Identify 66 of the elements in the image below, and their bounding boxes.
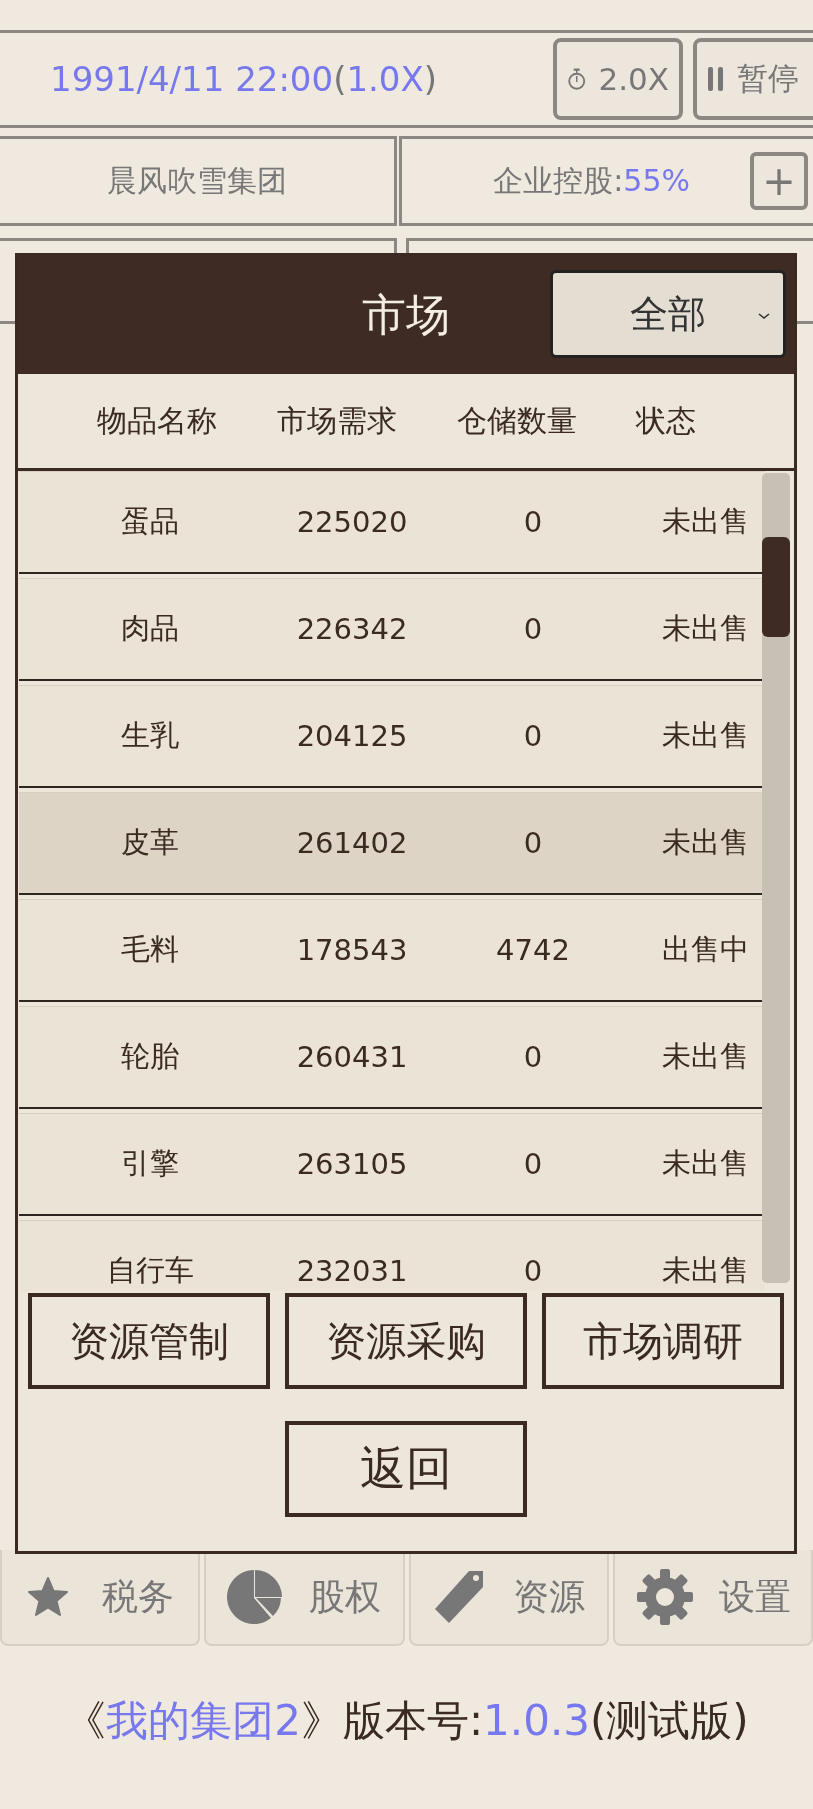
demand-value: 225020 xyxy=(295,505,409,539)
item-name: 生乳 xyxy=(120,717,180,754)
status-value: 未出售 xyxy=(661,610,750,647)
status-value: 出售中 xyxy=(661,931,750,968)
demand-value: 232031 xyxy=(295,1254,409,1288)
action-button[interactable]: 资源管制 xyxy=(28,1293,270,1389)
pause-button[interactable]: 暂停 xyxy=(693,38,813,120)
speed-button[interactable]: 2.0X xyxy=(553,38,683,120)
market-row[interactable]: 毛料 178543 4742 出售中 xyxy=(19,899,765,1002)
market-row[interactable]: 生乳 204125 0 未出售 xyxy=(19,685,765,788)
stock-value: 0 xyxy=(522,1254,544,1288)
item-name: 轮胎 xyxy=(120,1038,180,1075)
stock-value: 0 xyxy=(522,1040,544,1074)
item-name: 自行车 xyxy=(105,1252,195,1289)
demand-value: 260431 xyxy=(295,1040,409,1074)
stock-value: 0 xyxy=(522,612,544,646)
stock-value: 0 xyxy=(522,719,544,753)
item-name: 皮革 xyxy=(120,824,180,861)
item-name: 蛋品 xyxy=(120,503,180,540)
column-header: 仓储数量 xyxy=(456,401,578,440)
nav-tab[interactable]: 税务 xyxy=(0,1550,201,1646)
market-row[interactable]: 引擎 263105 0 未出售 xyxy=(19,1113,765,1216)
demand-value: 263105 xyxy=(295,1147,409,1181)
status-value: 未出售 xyxy=(661,717,750,754)
tag-icon xyxy=(432,1569,485,1625)
scrollbar[interactable] xyxy=(762,473,790,1283)
status-value: 未出售 xyxy=(661,503,750,540)
market-row[interactable]: 蛋品 225020 0 未出售 xyxy=(19,471,765,574)
stock-value: 0 xyxy=(522,1147,544,1181)
status-value: 未出售 xyxy=(661,1252,750,1289)
column-header: 市场需求 xyxy=(276,401,398,440)
item-name: 毛料 xyxy=(120,931,180,968)
demand-value: 226342 xyxy=(295,612,409,646)
status-value: 未出售 xyxy=(661,1145,750,1182)
star-icon xyxy=(26,1575,71,1619)
column-header: 状态 xyxy=(634,401,697,440)
column-header: 物品名称 xyxy=(96,401,218,440)
version-text: 《我的集团2》版本号:1.0.3(测试版) xyxy=(64,1695,749,1747)
action-button[interactable]: 市场调研 xyxy=(542,1293,784,1389)
demand-value: 261402 xyxy=(295,826,409,860)
status-value: 未出售 xyxy=(661,824,750,861)
gear-icon xyxy=(634,1567,695,1627)
demand-value: 204125 xyxy=(295,719,409,753)
market-row[interactable]: 皮革 261402 0 未出售 xyxy=(19,792,765,895)
market-row[interactable]: 轮胎 260431 0 未出售 xyxy=(19,1006,765,1109)
back-button[interactable]: 返回 xyxy=(285,1421,527,1517)
item-name: 引擎 xyxy=(120,1145,180,1182)
status-value: 未出售 xyxy=(661,1038,750,1075)
game-date-time: 1991/4/11 22:00(1.0X) xyxy=(50,59,439,99)
pie-chart-icon xyxy=(227,1569,284,1625)
filter-dropdown[interactable]: 全部 xyxy=(550,270,786,358)
add-button[interactable]: + xyxy=(750,152,808,210)
item-name: 肉品 xyxy=(120,610,180,647)
action-button[interactable]: 资源采购 xyxy=(285,1293,527,1389)
holding-text: 企业控股:55% xyxy=(493,161,690,200)
stock-value: 4742 xyxy=(495,933,571,967)
stock-value: 0 xyxy=(522,826,544,860)
pause-icon xyxy=(707,64,725,94)
market-row[interactable]: 肉品 226342 0 未出售 xyxy=(19,578,765,681)
stock-value: 0 xyxy=(522,505,544,539)
dialog-title: 市场 xyxy=(362,287,450,342)
nav-tab[interactable]: 设置 xyxy=(612,1550,813,1646)
chevron-down-icon xyxy=(757,311,771,321)
demand-value: 178543 xyxy=(295,933,409,967)
company-name-panel: 晨风吹雪集团 xyxy=(0,136,397,226)
market-row[interactable]: 自行车 232031 0 未出售 xyxy=(19,1220,765,1291)
